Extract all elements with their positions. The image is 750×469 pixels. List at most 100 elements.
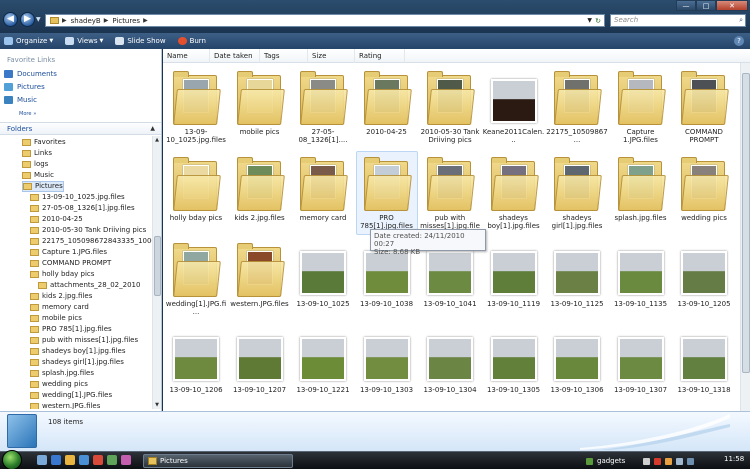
photo-item[interactable]: 13-09-10_1221 [292,323,354,409]
column-tags[interactable]: Tags [260,49,308,63]
folder-item[interactable]: mobile pics [229,65,291,151]
folder-item[interactable]: Capture 1.JPG.files [610,65,672,151]
tree-item[interactable]: 27-05-08_1326[1].jpg.files [30,203,135,214]
media-icon[interactable] [79,455,89,465]
folder-tree-scrollbar[interactable]: ▲ ▼ [152,136,161,409]
favorite-link-0[interactable]: Documents [4,70,57,78]
taskbar-window-pictures[interactable]: Pictures [143,454,293,468]
column-name[interactable]: Name [163,49,210,63]
folder-item[interactable]: 2010-05-30 Tank Driiving pics [419,65,481,151]
maximize-button[interactable]: □ [696,0,716,11]
folder-item[interactable]: wedding pics [673,151,735,237]
tree-item[interactable]: 2010-05-30 Tank Driiving pics [30,225,146,236]
photo-item[interactable]: 13-09-10_1304 [419,323,481,409]
tree-item[interactable]: 2010-04-25 [30,214,83,225]
tree-item[interactable]: attachments_28_02_2010 [38,280,140,291]
address-bar[interactable]: ▶ shadeyB ▶ Pictures ▶ ▼ ↻ [45,14,605,27]
photo-item[interactable]: 13-09-10_1206 [165,323,227,409]
explorer-icon[interactable] [65,455,75,465]
tree-item[interactable]: kids 2.jpg.files [30,291,92,302]
minimize-button[interactable]: — [676,0,696,11]
slideshow-button[interactable]: Slide Show [115,37,166,45]
photo-item[interactable]: 13-09-10_1318 [673,323,735,409]
column-size[interactable]: Size [308,49,355,63]
photo-item[interactable]: 13-09-10_1125 [546,237,608,323]
app-icon[interactable] [107,455,117,465]
folder-item[interactable]: shadeys girl[1].jpg.files [546,151,608,237]
scrollbar-thumb[interactable] [154,236,161,296]
tree-item[interactable]: 13-09-10_1025.jpg.files [30,192,125,203]
tree-item[interactable]: splash.jpg.files [30,368,94,379]
folder-item[interactable]: 22175_10509867... [546,65,608,151]
tree-item[interactable]: wedding pics [30,379,88,390]
tree-item[interactable]: Pictures [22,180,64,192]
tree-item[interactable]: Links [22,148,52,159]
breadcrumb-pictures[interactable]: Pictures [112,17,140,25]
app-icon[interactable] [93,455,103,465]
folder-item[interactable]: kids 2.jpg.files [229,151,291,237]
folder-item[interactable]: COMMAND PROMPT [673,65,735,151]
photo-item[interactable]: 13-09-10_1205 [673,237,735,323]
folder-item[interactable]: wedding[1].JPG.fi... [165,237,227,323]
tree-item[interactable]: shadeys girl[1].jpg.files [30,357,124,368]
folder-item[interactable]: western.JPG.files [229,237,291,323]
tree-item[interactable]: pub with misses[1].jpg.files [30,335,138,346]
content-scrollbar[interactable] [740,63,750,411]
photo-item[interactable]: 13-09-10_1306 [546,323,608,409]
tree-item[interactable]: PRO 785[1].jpg.files [30,324,112,335]
folder-item[interactable]: 13-09-10_1025.jpg.files [165,65,227,151]
tray-icon[interactable] [665,457,673,465]
tray-icon[interactable] [654,457,662,465]
photo-item[interactable]: 13-09-10_1207 [229,323,291,409]
gadgets-icon[interactable] [586,457,593,465]
tree-item[interactable]: Favorites [22,137,66,148]
favorite-link-2[interactable]: Music [4,96,37,104]
show-desktop-icon[interactable] [37,455,47,465]
photo-item[interactable]: 13-09-10_1135 [610,237,672,323]
breadcrumb-shadeyb[interactable]: shadeyB [71,17,101,25]
network-icon[interactable] [687,457,695,465]
tree-item[interactable]: Music [22,170,54,181]
close-button[interactable]: ✕ [716,0,748,11]
folder-item[interactable]: splash.jpg.files [610,151,672,237]
column-date-taken[interactable]: Date taken [210,49,260,63]
tree-item[interactable]: shadeys boy[1].jpg.files [30,346,126,357]
favorite-link-1[interactable]: Pictures [4,83,45,91]
tree-item[interactable]: holly bday pics [30,269,94,280]
clock[interactable]: 11:58 [724,455,744,463]
folder-item[interactable]: memory card [292,151,354,237]
folder-item[interactable]: 27-05-08_1326[1].... [292,65,354,151]
photo-item[interactable]: 13-09-10_1303 [356,323,418,409]
views-button[interactable]: Views ▼ [65,37,103,45]
start-button[interactable] [2,450,22,469]
column-rating[interactable]: Rating [355,49,405,63]
folder-item[interactable]: pub with misses[1].jpg.files [419,151,481,238]
photo-item[interactable]: 13-09-10_1025 [292,237,354,323]
folder-item[interactable]: PRO 785[1].jpg.files [355,151,418,237]
back-button[interactable]: ◀ [3,12,18,27]
forward-button[interactable]: ▶ [20,12,35,27]
photo-item[interactable]: Keane2011Calen... [483,65,545,151]
help-icon[interactable]: ? [734,36,744,46]
scrollbar-thumb[interactable] [742,73,750,373]
tree-item[interactable]: memory card [30,302,89,313]
photo-item[interactable]: 13-09-10_1119 [483,237,545,323]
search-input[interactable]: Search ⌕ [610,14,746,27]
refresh-icon[interactable]: ↻ [593,16,603,26]
address-dropdown-icon[interactable]: ▼ [587,17,592,24]
gadgets-label[interactable]: gadgets [597,457,625,465]
folder-item[interactable]: holly bday pics [165,151,227,237]
photo-item[interactable]: 13-09-10_1307 [610,323,672,409]
tree-item[interactable]: logs [22,159,48,170]
scroll-down-icon[interactable]: ▼ [153,401,161,409]
organize-button[interactable]: Organize ▼ [4,37,53,45]
folders-header[interactable]: Folders ▲ [0,122,161,135]
tree-item[interactable]: COMMAND PROMPT [30,258,111,269]
tree-item[interactable]: mobile pics [30,313,82,324]
recent-pages-chevron-icon[interactable]: ▼ [36,17,42,23]
volume-icon[interactable] [676,457,684,465]
tree-item[interactable]: western.JPG.files [30,401,100,409]
burn-button[interactable]: Burn [177,37,206,45]
scroll-up-icon[interactable]: ▲ [153,136,161,144]
tree-item[interactable]: Capture 1.JPG.files [30,247,107,258]
